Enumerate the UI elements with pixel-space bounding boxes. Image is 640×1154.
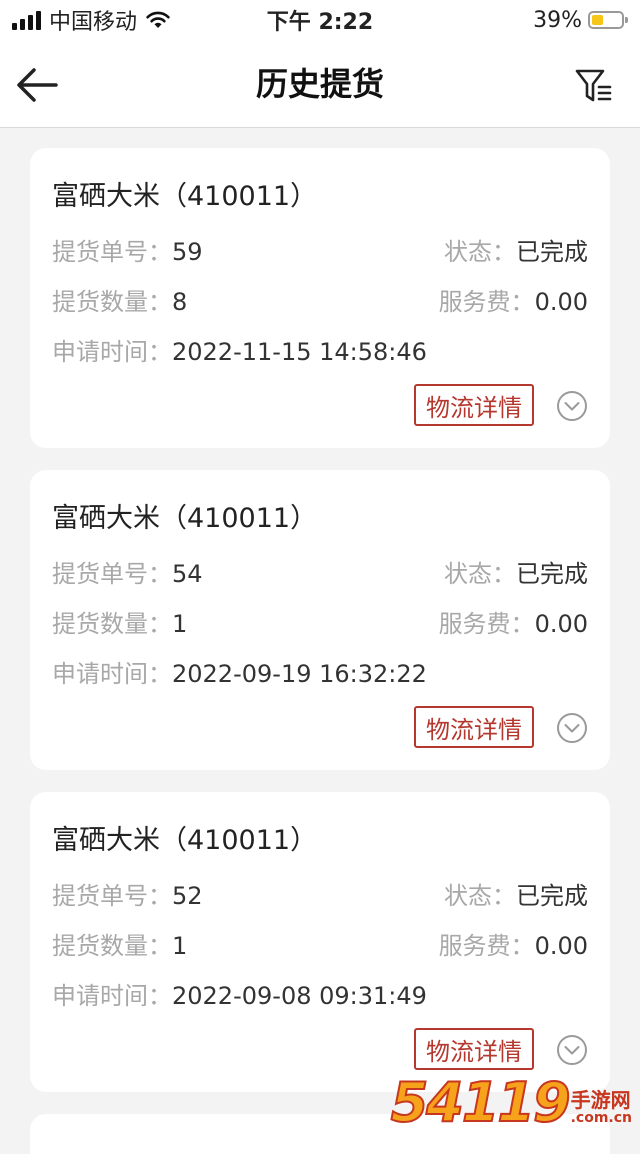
row-quantity-fee: 提货数量：8 服务费：0.00 (52, 282, 588, 316)
product-name: 富硒大米（410011） (52, 174, 317, 213)
filter-button[interactable] (572, 64, 616, 108)
service-fee-label: 服务费： (439, 288, 535, 316)
wifi-icon (145, 10, 171, 30)
apply-time-label: 申请时间： (52, 660, 172, 688)
filter-icon (574, 67, 614, 105)
status-value: 已完成 (516, 560, 588, 588)
status-right: 39% (533, 8, 624, 33)
chevron-down-icon[interactable] (556, 712, 588, 744)
service-fee-value: 0.00 (535, 932, 588, 960)
product-name: 富硒大米（410011） (52, 818, 317, 857)
logistics-details-button[interactable]: 物流详情 (414, 1028, 534, 1070)
page-title: 历史提货 (0, 40, 640, 128)
row-order-status: 提货单号：59 状态：已完成 (52, 232, 588, 266)
order-no-value: 52 (172, 882, 203, 910)
nav-bar: 历史提货 (0, 40, 640, 128)
carrier-name: 中国移动 (49, 4, 137, 36)
site-watermark-logo: 54119 手游网 .com.cn (391, 1076, 632, 1130)
apply-time-value: 2022-09-19 16:32:22 (172, 660, 427, 688)
order-no-value: 54 (172, 560, 203, 588)
watermark-number: 54119 (391, 1076, 569, 1130)
service-fee-label: 服务费： (439, 610, 535, 638)
order-list: 富硒大米（410011） 提货单号：59 状态：已完成 提货数量：8 服务费：0… (30, 148, 610, 1154)
row-order-status: 提货单号：54 状态：已完成 (52, 554, 588, 588)
order-no-value: 59 (172, 238, 203, 266)
row-apply-time: 申请时间：2022-11-15 14:58:46 (52, 332, 588, 366)
service-fee-value: 0.00 (535, 288, 588, 316)
product-name: 富硒大米（410011） (52, 496, 317, 535)
quantity-label: 提货数量： (52, 288, 172, 316)
row-quantity-fee: 提货数量：1 服务费：0.00 (52, 604, 588, 638)
row-order-status: 提货单号：52 状态：已完成 (52, 876, 588, 910)
logistics-details-button[interactable]: 物流详情 (414, 706, 534, 748)
status-left: 中国移动 (12, 4, 171, 36)
status-label: 状态： (444, 238, 516, 266)
service-fee-label: 服务费： (439, 932, 535, 960)
apply-time-label: 申请时间： (52, 338, 172, 366)
chevron-down-icon[interactable] (556, 1034, 588, 1066)
watermark-url: .com.cn (571, 1111, 632, 1126)
row-apply-time: 申请时间：2022-09-08 09:31:49 (52, 976, 588, 1010)
chevron-down-icon[interactable] (556, 390, 588, 422)
logistics-details-button[interactable]: 物流详情 (414, 384, 534, 426)
order-card: 富硒大米（410011） 提货单号：54 状态：已完成 提货数量：1 服务费：0… (30, 470, 610, 770)
order-no-label: 提货单号： (52, 560, 172, 588)
watermark-text: 手游网 .com.cn (571, 1089, 632, 1126)
status-label: 状态： (444, 882, 516, 910)
status-bar: 中国移动 下午 2:22 39% (0, 0, 640, 40)
order-no-label: 提货单号： (52, 882, 172, 910)
apply-time-value: 2022-11-15 14:58:46 (172, 338, 427, 366)
quantity-value: 8 (172, 288, 187, 316)
battery-icon (588, 11, 624, 29)
quantity-label: 提货数量： (52, 932, 172, 960)
apply-time-label: 申请时间： (52, 982, 172, 1010)
row-apply-time: 申请时间：2022-09-19 16:32:22 (52, 654, 588, 688)
order-card: 富硒大米（410011） 提货单号：59 状态：已完成 提货数量：8 服务费：0… (30, 148, 610, 448)
quantity-value: 1 (172, 610, 187, 638)
order-card: 富硒大米（410011） 提货单号：52 状态：已完成 提货数量：1 服务费：0… (30, 792, 610, 1092)
quantity-value: 1 (172, 932, 187, 960)
battery-fill (592, 15, 603, 25)
row-quantity-fee: 提货数量：1 服务费：0.00 (52, 926, 588, 960)
quantity-label: 提货数量： (52, 610, 172, 638)
status-label: 状态： (444, 560, 516, 588)
order-no-label: 提货单号： (52, 238, 172, 266)
battery-percent: 39% (533, 8, 582, 33)
status-value: 已完成 (516, 238, 588, 266)
status-value: 已完成 (516, 882, 588, 910)
watermark-cn: 手游网 (571, 1089, 632, 1111)
cellular-signal-icon (12, 10, 41, 30)
service-fee-value: 0.00 (535, 610, 588, 638)
apply-time-value: 2022-09-08 09:31:49 (172, 982, 427, 1010)
